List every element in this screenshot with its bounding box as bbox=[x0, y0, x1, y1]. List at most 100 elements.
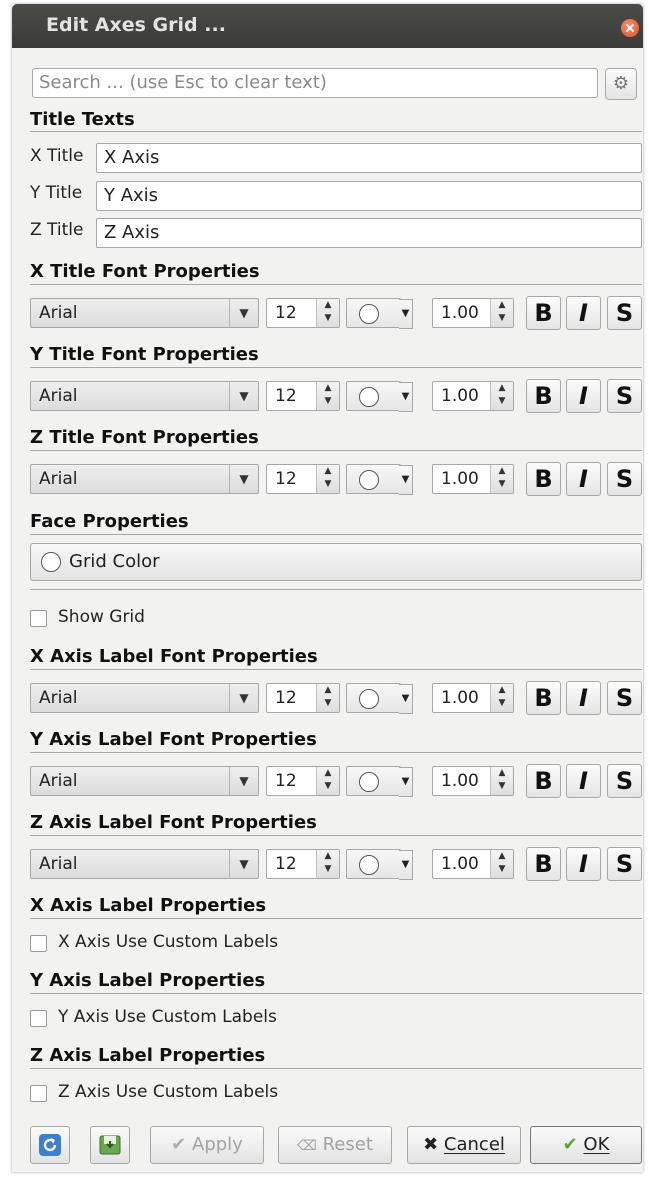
opacity-spinbox[interactable]: 1.00 ▲ ▼ bbox=[432, 849, 514, 879]
chevron-down-icon[interactable]: ▼ bbox=[399, 299, 413, 329]
apply-label: Apply bbox=[192, 1134, 243, 1155]
color-swatch-icon bbox=[359, 772, 379, 792]
divider bbox=[30, 1068, 642, 1069]
close-icon[interactable] bbox=[621, 19, 639, 37]
check-icon: ✔ bbox=[562, 1134, 578, 1155]
opacity-spinbox[interactable]: 1.00 ▲ ▼ bbox=[432, 464, 514, 494]
spin-arrows-icon[interactable]: ▲ ▼ bbox=[490, 850, 513, 878]
chevron-down-icon[interactable]: ▼ bbox=[229, 684, 258, 712]
refresh-button[interactable] bbox=[30, 1126, 70, 1164]
z-label-font-row: Arial ▼ 12 ▲ ▼ ▼ 1.00 ▲ ▼ B I S bbox=[30, 846, 642, 882]
spin-arrows-icon[interactable]: ▲ ▼ bbox=[316, 382, 339, 410]
font-color-button[interactable]: ▼ bbox=[346, 849, 413, 880]
spin-arrows-icon[interactable]: ▲ ▼ bbox=[490, 767, 513, 795]
section-z-label-properties: Z Axis Label Properties bbox=[30, 1045, 266, 1066]
title-bar[interactable]: Edit Axes Grid ... bbox=[12, 4, 643, 48]
show-grid-checkbox[interactable] bbox=[30, 610, 47, 627]
save-defaults-button[interactable] bbox=[90, 1126, 130, 1164]
shadow-button[interactable]: S bbox=[607, 296, 642, 330]
spin-arrows-icon[interactable]: ▲ ▼ bbox=[490, 382, 513, 410]
font-size-spinbox[interactable]: 12 ▲ ▼ bbox=[266, 464, 340, 494]
y-title-label: Y Title bbox=[30, 183, 83, 203]
shadow-button[interactable]: S bbox=[607, 681, 642, 715]
font-size-spinbox[interactable]: 12 ▲ ▼ bbox=[266, 849, 340, 879]
shadow-button[interactable]: S bbox=[607, 847, 642, 881]
font-size-spinbox[interactable]: 12 ▲ ▼ bbox=[266, 298, 340, 328]
font-family-select[interactable]: Arial ▼ bbox=[30, 849, 259, 879]
font-family-select[interactable]: Arial ▼ bbox=[30, 381, 259, 411]
cancel-button[interactable]: ✖ Cancel bbox=[407, 1126, 521, 1164]
x-custom-labels-checkbox[interactable] bbox=[30, 935, 47, 952]
chevron-down-icon[interactable]: ▼ bbox=[229, 767, 258, 795]
shadow-button[interactable]: S bbox=[607, 379, 642, 413]
italic-button[interactable]: I bbox=[566, 379, 601, 413]
bold-button[interactable]: B bbox=[526, 462, 561, 496]
font-family-select[interactable]: Arial ▼ bbox=[30, 298, 259, 328]
bold-button[interactable]: B bbox=[526, 681, 561, 715]
italic-button[interactable]: I bbox=[566, 847, 601, 881]
opacity-value: 1.00 bbox=[441, 688, 479, 708]
font-size-spinbox[interactable]: 12 ▲ ▼ bbox=[266, 766, 340, 796]
x-title-input[interactable]: X Axis bbox=[96, 143, 642, 173]
italic-button[interactable]: I bbox=[566, 296, 601, 330]
spin-arrows-icon[interactable]: ▲ ▼ bbox=[316, 465, 339, 493]
opacity-spinbox[interactable]: 1.00 ▲ ▼ bbox=[432, 381, 514, 411]
spin-arrows-icon[interactable]: ▲ ▼ bbox=[490, 684, 513, 712]
section-z-label-font: Z Axis Label Font Properties bbox=[30, 812, 317, 833]
z-custom-labels-label: Z Axis Use Custom Labels bbox=[58, 1082, 279, 1102]
divider bbox=[30, 993, 642, 994]
font-size-spinbox[interactable]: 12 ▲ ▼ bbox=[266, 683, 340, 713]
bold-button[interactable]: B bbox=[526, 296, 561, 330]
opacity-spinbox[interactable]: 1.00 ▲ ▼ bbox=[432, 298, 514, 328]
italic-button[interactable]: I bbox=[566, 681, 601, 715]
opacity-spinbox[interactable]: 1.00 ▲ ▼ bbox=[432, 766, 514, 796]
spin-arrows-icon[interactable]: ▲ ▼ bbox=[316, 684, 339, 712]
opacity-spinbox[interactable]: 1.00 ▲ ▼ bbox=[432, 683, 514, 713]
chevron-down-icon[interactable]: ▼ bbox=[399, 684, 413, 714]
italic-button[interactable]: I bbox=[566, 764, 601, 798]
search-input[interactable]: Search ... (use Esc to clear text) bbox=[32, 68, 598, 98]
section-x-label-properties: X Axis Label Properties bbox=[30, 895, 267, 916]
font-color-button[interactable]: ▼ bbox=[346, 766, 413, 797]
y-title-input[interactable]: Y Axis bbox=[96, 181, 642, 211]
grid-color-button[interactable]: Grid Color bbox=[30, 543, 642, 581]
shadow-button[interactable]: S bbox=[607, 462, 642, 496]
chevron-down-icon[interactable]: ▼ bbox=[399, 465, 413, 495]
bold-button[interactable]: B bbox=[526, 847, 561, 881]
chevron-down-icon[interactable]: ▼ bbox=[229, 850, 258, 878]
chevron-down-icon[interactable]: ▼ bbox=[399, 382, 413, 412]
reset-label: Reset bbox=[322, 1134, 373, 1155]
z-title-input[interactable]: Z Axis bbox=[96, 218, 642, 248]
chevron-down-icon[interactable]: ▼ bbox=[229, 382, 258, 410]
reset-button[interactable]: ⌫ Reset bbox=[278, 1126, 392, 1164]
bold-button[interactable]: B bbox=[526, 379, 561, 413]
font-family-select[interactable]: Arial ▼ bbox=[30, 766, 259, 796]
bold-button[interactable]: B bbox=[526, 764, 561, 798]
spin-arrows-icon[interactable]: ▲ ▼ bbox=[490, 299, 513, 327]
italic-button[interactable]: I bbox=[566, 462, 601, 496]
font-family-select[interactable]: Arial ▼ bbox=[30, 464, 259, 494]
show-grid-label: Show Grid bbox=[58, 607, 145, 627]
chevron-down-icon[interactable]: ▼ bbox=[229, 465, 258, 493]
spin-arrows-icon[interactable]: ▲ ▼ bbox=[490, 465, 513, 493]
y-custom-labels-checkbox[interactable] bbox=[30, 1010, 47, 1027]
spin-arrows-icon[interactable]: ▲ ▼ bbox=[316, 299, 339, 327]
apply-button[interactable]: ✔ Apply bbox=[150, 1126, 264, 1164]
chevron-down-icon[interactable]: ▼ bbox=[229, 299, 258, 327]
font-family-select[interactable]: Arial ▼ bbox=[30, 683, 259, 713]
font-color-button[interactable]: ▼ bbox=[346, 381, 413, 412]
spin-arrows-icon[interactable]: ▲ ▼ bbox=[316, 850, 339, 878]
ok-button[interactable]: ✔ OK bbox=[530, 1126, 642, 1164]
section-title-texts: Title Texts bbox=[30, 109, 135, 130]
chevron-down-icon[interactable]: ▼ bbox=[399, 767, 413, 797]
font-color-button[interactable]: ▼ bbox=[346, 464, 413, 495]
opacity-value: 1.00 bbox=[441, 386, 479, 406]
font-color-button[interactable]: ▼ bbox=[346, 298, 413, 329]
chevron-down-icon[interactable]: ▼ bbox=[399, 850, 413, 880]
font-color-button[interactable]: ▼ bbox=[346, 683, 413, 714]
gear-icon[interactable]: ⚙ bbox=[605, 68, 637, 100]
z-custom-labels-checkbox[interactable] bbox=[30, 1085, 47, 1102]
spin-arrows-icon[interactable]: ▲ ▼ bbox=[316, 767, 339, 795]
shadow-button[interactable]: S bbox=[607, 764, 642, 798]
font-size-spinbox[interactable]: 12 ▲ ▼ bbox=[266, 381, 340, 411]
